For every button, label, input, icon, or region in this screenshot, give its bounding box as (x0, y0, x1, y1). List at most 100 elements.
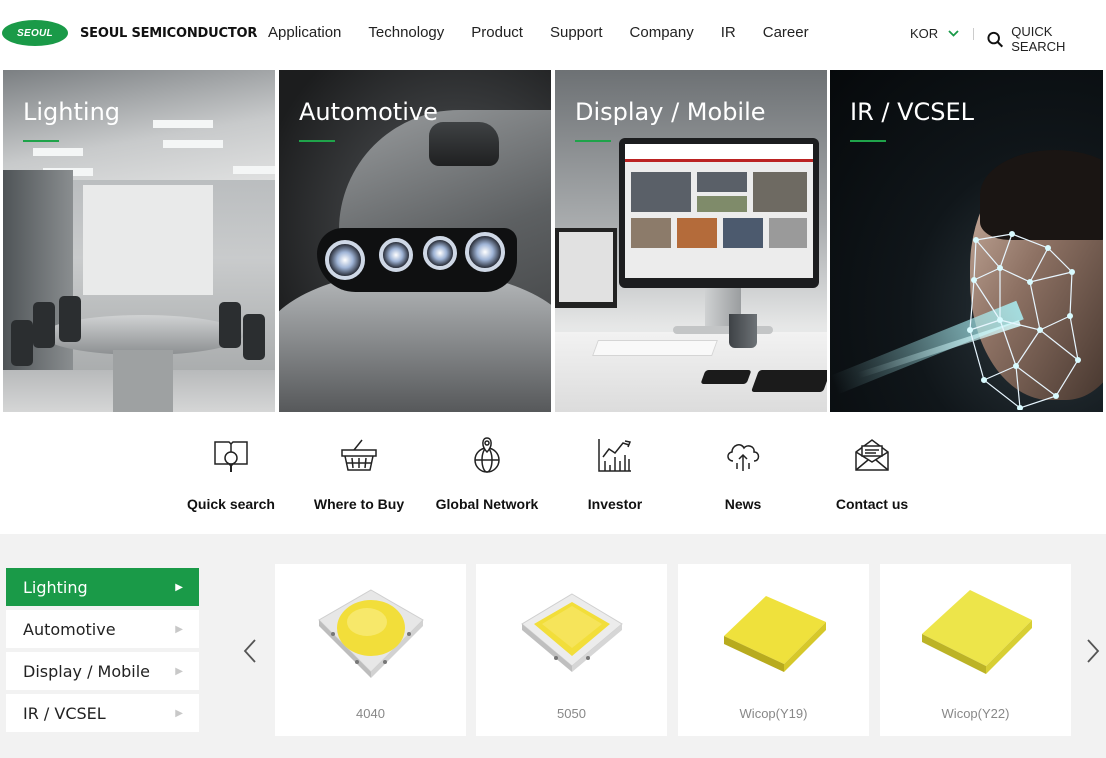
quick-link-investor[interactable]: Investor (551, 434, 679, 512)
nav-technology[interactable]: Technology (368, 24, 444, 41)
basket-icon (341, 439, 377, 471)
led-4040-image (317, 589, 424, 678)
category-label: Automotive (23, 619, 116, 639)
nav-company[interactable]: Company (630, 24, 694, 41)
laptop-image (555, 228, 617, 308)
ceiling-light (163, 140, 223, 148)
quick-link-contact-us[interactable]: Contact us (808, 434, 936, 512)
headlamp-ring (379, 238, 413, 272)
tile-title: IR / VCSEL (850, 98, 975, 126)
quick-search-button[interactable]: QUICK SEARCH (987, 24, 1106, 54)
ceiling-light (233, 166, 275, 174)
quick-link-label: Where to Buy (313, 496, 405, 512)
tile-display-mobile[interactable]: Display / Mobile (555, 70, 827, 412)
category-display-mobile[interactable]: Display / Mobile ▶ (6, 652, 199, 690)
quick-link-label: Global Network (435, 496, 539, 512)
nav-support[interactable]: Support (550, 24, 603, 41)
search-icon (987, 31, 1004, 47)
car-mirror (429, 122, 499, 166)
monitor-image (619, 138, 819, 288)
nav-product[interactable]: Product (471, 24, 523, 41)
book-magnifier-icon (214, 441, 248, 472)
product-card-4040[interactable]: 4040 (275, 564, 466, 736)
phone-image (700, 370, 752, 384)
arrow-right-icon: ▶ (175, 623, 183, 635)
nav-application[interactable]: Application (268, 24, 341, 41)
arrow-right-icon: ▶ (175, 581, 183, 593)
quick-link-label: Investor (587, 496, 643, 512)
ceiling-light (153, 120, 213, 128)
quick-link-label: Quick search (187, 496, 275, 512)
chart-icon (598, 439, 632, 472)
product-card-5050[interactable]: 5050 (476, 564, 667, 736)
carousel-prev-button[interactable] (242, 638, 262, 668)
led-wicop-y22-image (921, 590, 1032, 674)
tile-accent-bar (575, 140, 611, 142)
quick-link-global-network[interactable]: Global Network (423, 434, 551, 512)
office-chair (243, 314, 265, 360)
tile-title: Automotive (299, 98, 438, 126)
arrow-right-icon: ▶ (175, 665, 183, 677)
logo-text: SEOUL SEMICONDUCTOR (80, 25, 258, 41)
chevron-left-icon (243, 639, 256, 663)
product-name: 5050 (557, 706, 586, 721)
office-chair (59, 296, 81, 342)
arrow-right-icon: ▶ (175, 707, 183, 719)
headlamp-ring (423, 236, 457, 270)
chevron-down-icon (948, 28, 959, 40)
nav-ir[interactable]: IR (721, 24, 736, 41)
site-header: SEOUL SEOUL SEMICONDUCTOR Application Te… (0, 0, 1106, 68)
logo-badge-text: SEOUL (17, 27, 53, 39)
tile-ir-vcsel[interactable]: IR / VCSEL (830, 70, 1103, 412)
main-nav: Application Technology Product Support C… (268, 24, 836, 41)
ceiling-light (33, 148, 83, 156)
tile-accent-bar (850, 140, 886, 142)
quick-link-label: News (724, 496, 762, 512)
quick-link-news[interactable]: News (679, 434, 807, 512)
office-chair (33, 302, 55, 348)
face-mesh-overlay (967, 231, 1081, 410)
category-label: Lighting (23, 577, 88, 597)
led-5050-image (520, 593, 623, 672)
conference-table-base (113, 350, 173, 412)
chevron-right-icon (1087, 639, 1100, 663)
tile-accent-bar (299, 140, 335, 142)
category-label: Display / Mobile (23, 661, 151, 681)
product-name: 4040 (356, 706, 385, 721)
office-chair (219, 302, 241, 348)
language-selector[interactable]: KOR (910, 26, 959, 41)
quick-link-label: Contact us (835, 496, 909, 512)
tile-automotive[interactable]: Automotive (279, 70, 551, 412)
product-name: Wicop(Y19) (739, 706, 808, 721)
keyboard-image (592, 340, 718, 356)
tile-title: Display / Mobile (575, 98, 766, 126)
tile-lighting[interactable]: Lighting (3, 70, 275, 412)
logo-badge: SEOUL (2, 20, 68, 46)
product-section: Lighting ▶ Automotive ▶ Display / Mobile… (0, 534, 1106, 758)
category-automotive[interactable]: Automotive ▶ (6, 610, 199, 648)
category-lighting[interactable]: Lighting ▶ (6, 568, 199, 606)
product-category-menu: Lighting ▶ Automotive ▶ Display / Mobile… (6, 568, 199, 736)
tile-accent-bar (23, 140, 59, 142)
tablet-image (750, 370, 827, 392)
logo[interactable]: SEOUL SEOUL SEMICONDUCTOR (2, 20, 257, 46)
office-chair (11, 320, 33, 366)
carousel-next-button[interactable] (1085, 638, 1105, 668)
headlamp-ring (325, 240, 365, 280)
quick-links: Quick search Where to Buy Global Network (0, 412, 1106, 534)
quick-search-label: QUICK SEARCH (1011, 24, 1066, 54)
office-wall (83, 185, 213, 295)
quick-link-where-to-buy[interactable]: Where to Buy (295, 434, 423, 512)
category-label: IR / VCSEL (23, 703, 106, 723)
headlamp-ring (465, 232, 505, 272)
category-ir-vcsel[interactable]: IR / VCSEL ▶ (6, 694, 199, 732)
monitor-base (673, 326, 773, 334)
led-wicop-y19-image (723, 596, 826, 672)
product-card-wicop-y19[interactable]: Wicop(Y19) (678, 564, 869, 736)
cloud-icon (727, 444, 760, 471)
mug-image (729, 314, 757, 348)
nav-career[interactable]: Career (763, 24, 809, 41)
quick-link-quick-search[interactable]: Quick search (167, 434, 295, 512)
product-card-wicop-y22[interactable]: Wicop(Y22) (880, 564, 1071, 736)
tile-title: Lighting (23, 98, 121, 126)
